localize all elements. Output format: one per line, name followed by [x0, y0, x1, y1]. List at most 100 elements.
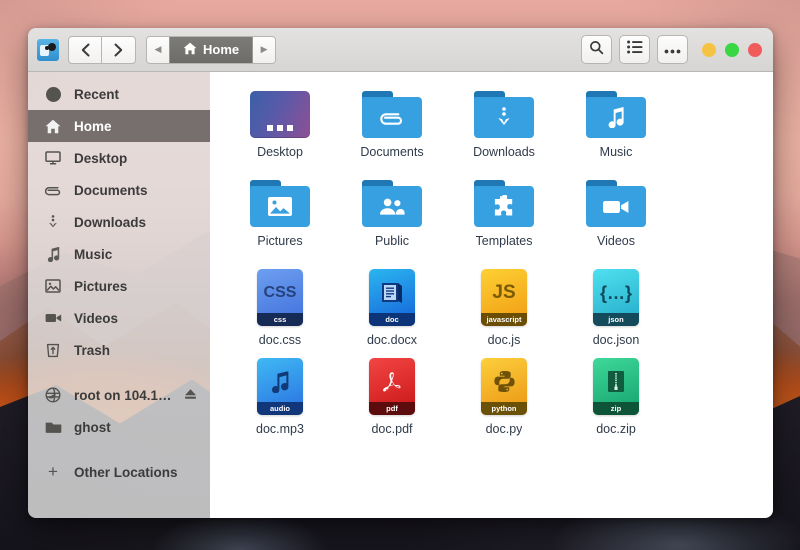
sidebar-item-videos[interactable]: Videos: [28, 302, 210, 334]
sidebar-item-label: Desktop: [74, 150, 128, 166]
file-type-tag: doc: [369, 313, 415, 326]
monitor-icon: [44, 149, 62, 167]
people-icon: [362, 186, 422, 227]
file-type-tag: javascript: [481, 313, 527, 326]
sidebar-item-remote-drive[interactable]: root on 104.13…: [28, 379, 210, 411]
file-item-documents[interactable]: Documents: [336, 88, 448, 177]
navigation-button-group: [68, 35, 136, 64]
music-note-icon: [586, 97, 646, 138]
sidebar-item-downloads[interactable]: Downloads: [28, 206, 210, 238]
python-icon: [493, 370, 516, 393]
file-item-doc-js[interactable]: JS javascript doc.js: [448, 266, 560, 355]
music-note-icon: [44, 245, 62, 263]
file-glyph: {…}: [599, 282, 632, 303]
plus-icon: +: [48, 462, 58, 481]
breadcrumb-current-label: Home: [203, 42, 240, 57]
file-name: Music: [599, 145, 633, 159]
file-item-doc-css[interactable]: CSS css doc.css: [224, 266, 336, 355]
file-item-pictures[interactable]: Pictures: [224, 177, 336, 266]
window-header-bar: ◀ Home ▶: [28, 28, 773, 72]
folder-icon: [586, 180, 646, 227]
zipper-icon: [605, 370, 627, 394]
acrobat-icon: [380, 370, 404, 394]
file-grid: Desktop Documents Downloads Music Pictur…: [210, 72, 773, 518]
file-type-tag: pdf: [369, 402, 415, 415]
file-item-desktop[interactable]: Desktop: [224, 88, 336, 177]
eject-icon[interactable]: [184, 388, 197, 403]
file-item-doc-json[interactable]: {…} json doc.json: [560, 266, 672, 355]
sidebar-item-other-locations[interactable]: + Other Locations: [28, 456, 210, 488]
file-name: doc.docx: [366, 333, 418, 347]
desktop-background: ◀ Home ▶ Recent Home Desktop Documents D…: [0, 0, 800, 550]
files-app-icon: [37, 38, 59, 61]
breadcrumb-scroll-left-button[interactable]: ◀: [147, 36, 169, 63]
sidebar-item-documents[interactable]: Documents: [28, 174, 210, 206]
sidebar-item-label: Pictures: [74, 278, 128, 294]
trash-icon: [44, 341, 62, 359]
sidebar-item-recent[interactable]: Recent: [28, 78, 210, 110]
camcorder-icon: [44, 309, 62, 327]
breadcrumb: ◀ Home ▶: [146, 35, 277, 64]
sidebar-item-pictures[interactable]: Pictures: [28, 270, 210, 302]
file-type-tag: json: [593, 313, 639, 326]
file-name: Desktop: [257, 145, 303, 159]
sidebar-item-music[interactable]: Music: [28, 238, 210, 270]
breadcrumb-scroll-right-button[interactable]: ▶: [253, 36, 276, 63]
file-name: Downloads: [473, 145, 535, 159]
folder-icon: [362, 91, 422, 138]
file-item-doc-pdf[interactable]: pdf doc.pdf: [336, 355, 448, 444]
file-item-videos[interactable]: Videos: [560, 177, 672, 266]
camcorder-icon: [586, 186, 646, 227]
file-name: doc.css: [258, 333, 302, 347]
sidebar-item-trash[interactable]: Trash: [28, 334, 210, 366]
zip-file-icon: zip: [593, 358, 639, 415]
sidebar: Recent Home Desktop Documents Downloads …: [28, 72, 210, 518]
network-drive-icon: [44, 386, 62, 404]
window-body: Recent Home Desktop Documents Downloads …: [28, 72, 773, 518]
breadcrumb-item-home[interactable]: Home: [169, 36, 254, 63]
file-item-doc-py[interactable]: python doc.py: [448, 355, 560, 444]
file-name: Templates: [475, 234, 533, 248]
sidebar-item-label: root on 104.13…: [74, 387, 172, 403]
python-file-icon: python: [481, 358, 527, 415]
file-item-templates[interactable]: Templates: [448, 177, 560, 266]
forward-button[interactable]: [102, 35, 136, 64]
minimize-button[interactable]: [702, 42, 716, 57]
file-item-doc-mp3[interactable]: audio doc.mp3: [224, 355, 336, 444]
more-options-button[interactable]: [657, 35, 688, 64]
list-view-icon: [626, 40, 643, 59]
sidebar-item-ghost[interactable]: ghost: [28, 411, 210, 443]
close-button[interactable]: [748, 42, 762, 57]
file-item-public[interactable]: Public: [336, 177, 448, 266]
desktop-thumbnail-icon: [250, 91, 310, 138]
sidebar-item-desktop[interactable]: Desktop: [28, 142, 210, 174]
header-actions: [581, 35, 764, 64]
folder-icon: [586, 91, 646, 138]
file-glyph: JS: [492, 282, 516, 303]
file-name: doc.json: [592, 333, 640, 347]
maximize-button[interactable]: [725, 42, 739, 57]
folder-icon: [474, 91, 534, 138]
sidebar-item-label: Downloads: [74, 214, 147, 230]
file-manager-window: ◀ Home ▶ Recent Home Desktop Documents D…: [28, 28, 773, 518]
desktop-dots-icon: [267, 125, 293, 131]
view-options-button[interactable]: [619, 35, 650, 64]
file-item-music[interactable]: Music: [560, 88, 672, 177]
search-button[interactable]: [581, 35, 612, 64]
json-file-icon: {…} json: [593, 269, 639, 326]
sidebar-item-home[interactable]: Home: [28, 110, 210, 142]
file-item-downloads[interactable]: Downloads: [448, 88, 560, 177]
pdf-file-icon: pdf: [369, 358, 415, 415]
file-item-doc-docx[interactable]: doc doc.docx: [336, 266, 448, 355]
image-icon: [250, 186, 310, 227]
file-name: Documents: [360, 145, 424, 159]
file-type-tag: python: [481, 402, 527, 415]
download-icon: [44, 213, 62, 231]
sidebar-item-label: ghost: [74, 419, 111, 435]
document-icon: [381, 282, 403, 304]
folder-icon: [250, 180, 310, 227]
file-item-doc-zip[interactable]: zip doc.zip: [560, 355, 672, 444]
back-button[interactable]: [68, 35, 102, 64]
file-type-tag: css: [257, 313, 303, 326]
more-options-icon: [664, 41, 681, 59]
